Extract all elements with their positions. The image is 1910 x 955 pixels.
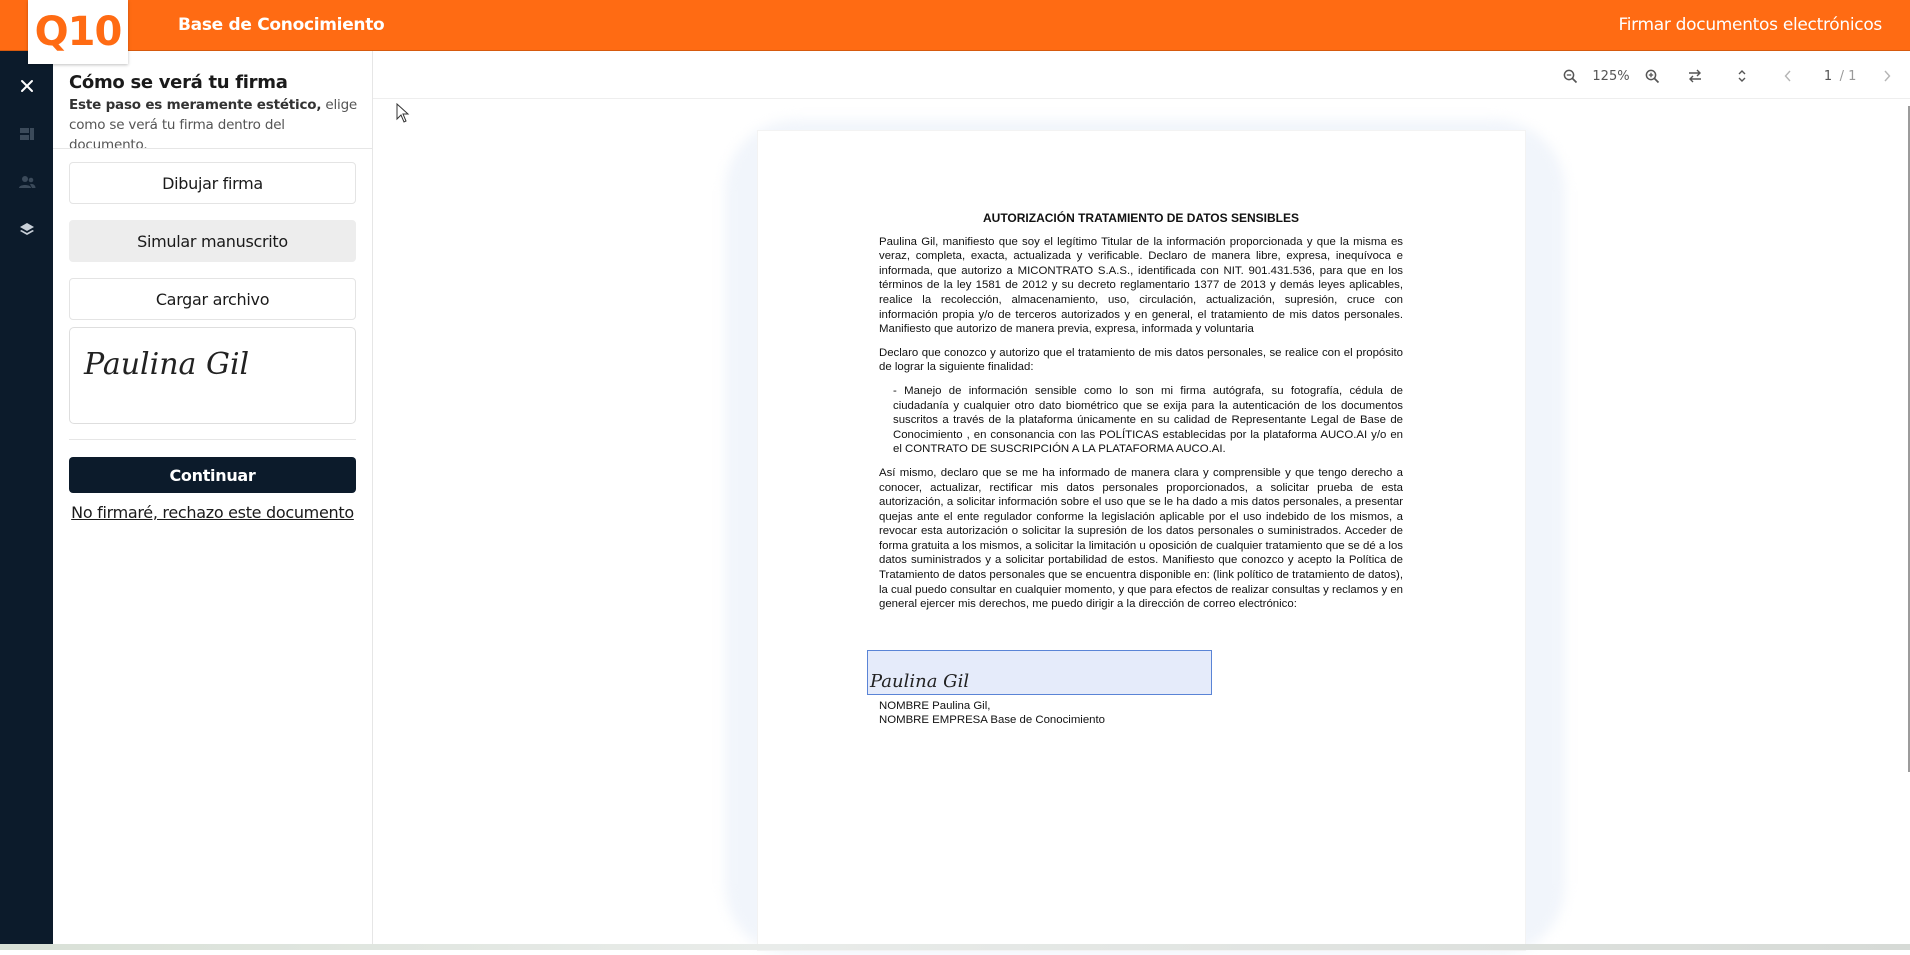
signature-preview: Paulina Gil [83,347,249,382]
name-line: NOMBRE Paulina Gil, [879,700,991,712]
page-current[interactable]: 1 [1821,67,1835,85]
divider [69,439,356,440]
left-rail [0,51,53,950]
document-paragraph: Así mismo, declaro que se me ha informad… [879,466,1403,611]
users-icon[interactable] [0,164,53,200]
document-bullet: - Manejo de información sensible como lo… [893,384,1403,456]
document-names: NOMBRE Paulina Gil, NOMBRE EMPRESA Base … [879,699,1105,727]
signature-panel: Cómo se verá tu firma Este paso es meram… [53,51,373,950]
app-title: Base de Conocimiento [178,15,385,35]
page-total: 1 [1848,68,1857,84]
header-page-label: Firmar documentos electrónicos [1618,15,1882,35]
signature-field[interactable]: Paulina Gil [867,650,1212,695]
signature-preview-text: Paulina Gil [83,347,249,382]
zoom-in-icon[interactable] [1643,67,1661,85]
signature-preview-box: Paulina Gil [69,327,356,424]
divider [53,148,373,149]
continue-button[interactable]: Continuar [69,457,356,493]
window-bottom-edge [0,944,1910,950]
simulate-handwriting-button[interactable]: Simular manuscrito [69,220,356,262]
signature-field-signature: Paulina Gil [869,671,969,692]
page-separator: / [1839,68,1844,84]
document-page: AUTORIZACIÓN TRATAMIENTO DE DATOS SENSIB… [758,131,1525,950]
signature-field-text: Paulina Gil [869,671,969,692]
q10-logo[interactable]: Q10 [28,0,128,64]
panel-title: Cómo se verá tu firma [69,72,288,93]
swap-icon[interactable] [1686,67,1704,85]
prev-page-icon[interactable] [1781,67,1795,85]
document-paragraph: Declaro que conozco y autorizo que el tr… [879,346,1403,374]
mouse-cursor-icon [396,102,410,128]
layers-icon[interactable] [0,212,53,248]
document-body: AUTORIZACIÓN TRATAMIENTO DE DATOS SENSIB… [879,211,1403,621]
top-bar: Base de Conocimiento Firmar documentos e… [0,0,1910,51]
upload-file-button[interactable]: Cargar archivo [69,278,356,320]
panel-subtitle: Este paso es meramente estético, elige c… [69,95,363,155]
dashboard-icon[interactable] [0,116,53,152]
zoom-out-icon[interactable] [1561,67,1579,85]
close-icon[interactable] [0,68,53,104]
draw-signature-button[interactable]: Dibujar firma [69,162,356,204]
document-viewer: 125% 1 / 1 AUTORIZACIÓN TRATAMIENTO DE D… [373,51,1910,955]
zoom-level[interactable]: 125% [1589,67,1633,85]
panel-subtitle-bold: Este paso es meramente estético, [69,97,322,113]
company-line: NOMBRE EMPRESA Base de Conocimiento [879,714,1106,727]
document-paragraph: Paulina Gil, manifiesto que soy el legít… [879,235,1403,336]
reject-document-link[interactable]: No firmaré, rechazo este documento [69,503,356,522]
viewer-toolbar: 125% 1 / 1 [373,51,1910,99]
next-page-icon[interactable] [1880,67,1894,85]
expand-vertical-icon[interactable] [1735,67,1749,85]
document-title: AUTORIZACIÓN TRATAMIENTO DE DATOS SENSIB… [982,211,1299,225]
logo-text: Q10 [34,9,123,55]
